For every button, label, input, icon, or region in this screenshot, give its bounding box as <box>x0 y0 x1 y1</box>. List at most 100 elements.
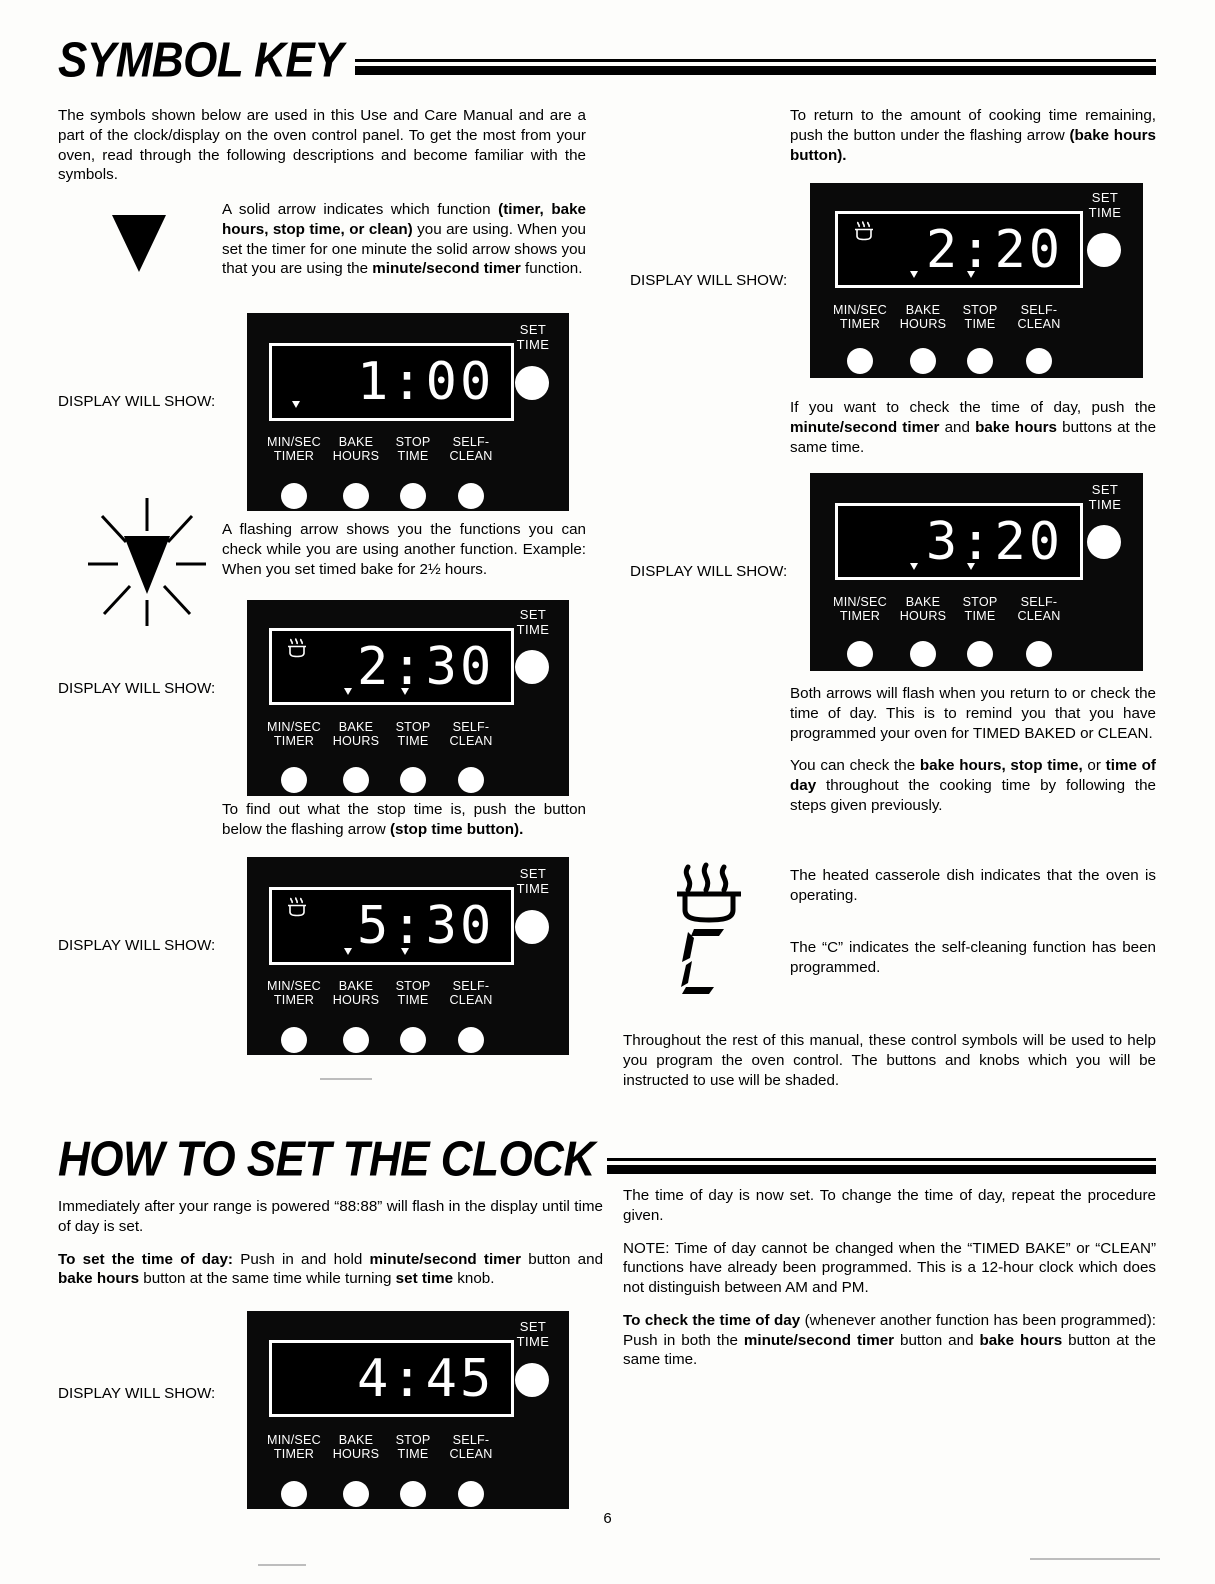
fn-label-minsec-timer: MIN/SEC TIMER <box>267 979 321 1008</box>
ctd-text-1: If you want to check the time of day, pu… <box>790 399 1156 416</box>
bake-hours-button-1[interactable] <box>343 483 369 509</box>
page-number: 6 <box>603 1510 612 1527</box>
sc-p2-c: button at the same time while turning <box>139 1270 396 1288</box>
function-labels-4: MIN/SEC TIMER BAKE HOURS STOP TIME SELF-… <box>826 303 1070 331</box>
fn-label-minsec-timer: MIN/SEC TIMER <box>267 1433 321 1462</box>
arrow-marker-bake-hours-2 <box>344 688 352 695</box>
self-clean-button-6[interactable] <box>458 1481 484 1507</box>
oven-control-panel-2[interactable]: 2:30 SET TIME MIN/SEC TIMER BAKE HOURS S… <box>247 600 569 796</box>
oven-control-panel-6[interactable]: 4:45 SET TIME MIN/SEC TIMER BAKE HOURS S… <box>247 1311 569 1509</box>
bake-hours-button-4[interactable] <box>910 348 936 374</box>
ctd-bold-1: minute/second timer <box>790 418 940 436</box>
button-row-4 <box>826 348 1070 374</box>
sc-p1: Immediately after your range is powered … <box>58 1198 603 1235</box>
check-time-of-day-description: If you want to check the time of day, pu… <box>790 398 1156 457</box>
display-value-2: 2:30 <box>357 636 495 697</box>
minsec-timer-button-3[interactable] <box>281 1027 307 1053</box>
display-will-show-label-1: DISPLAY WILL SHOW: <box>58 393 216 410</box>
segment-c-svg <box>681 929 724 994</box>
minsec-timer-button-1[interactable] <box>281 483 307 509</box>
sc-r3-bold-2: minute/second timer <box>743 1331 895 1349</box>
stop-time-button-1[interactable] <box>400 483 426 509</box>
ctd-bold-2: bake hours <box>975 418 1058 436</box>
set-time-knob-6[interactable] <box>515 1363 549 1397</box>
stop-time-button-2[interactable] <box>400 767 426 793</box>
oven-control-panel-5[interactable]: 3:20 SET TIME MIN/SEC TIMER BAKE HOURS S… <box>810 473 1143 671</box>
sc-p2-d: knob. <box>453 1270 495 1288</box>
display-value-3: 5:30 <box>357 896 495 956</box>
solid-arrow-icon <box>112 215 166 272</box>
stop-time-button-3[interactable] <box>400 1027 426 1053</box>
set-time-label-4: SET TIME <box>1088 190 1122 220</box>
oven-control-panel-3[interactable]: 5:30 SET TIME MIN/SEC TIMER BAKE HOURS S… <box>247 857 569 1055</box>
stop-time-button-4[interactable] <box>967 348 993 374</box>
self-clean-button-3[interactable] <box>458 1027 484 1053</box>
sc-p2-bold: To set the time of day: <box>58 1250 233 1268</box>
display-value-5: 3:20 <box>925 511 1064 572</box>
sa-text-3: function. <box>520 260 583 278</box>
led-display-5: 3:20 <box>835 503 1083 580</box>
set-time-knob-3[interactable] <box>515 910 549 944</box>
sa-bold-2: minute/second timer <box>372 260 521 278</box>
self-clean-button-4[interactable] <box>1026 348 1052 374</box>
self-clean-button-2[interactable] <box>458 767 484 793</box>
fa-text: A flashing arrow shows you the functions… <box>222 521 586 578</box>
heading-rule-2 <box>606 1158 1156 1174</box>
c-symbol-description: The “C” indicates the self-cleaning func… <box>790 938 1156 978</box>
arrow-marker-bake-hours-3 <box>344 948 352 955</box>
section-title-2: HOW TO SET THE CLOCK <box>58 1132 595 1187</box>
sc-p2-a: Push in and hold <box>232 1250 370 1268</box>
stop-time-button-6[interactable] <box>400 1481 426 1507</box>
arrow-marker-stop-time-3 <box>401 948 409 955</box>
function-labels-5: MIN/SEC TIMER BAKE HOURS STOP TIME SELF-… <box>826 595 1070 623</box>
oven-control-panel-1[interactable]: 1:00 SET TIME MIN/SEC TIMER BAKE HOURS S… <box>247 313 569 511</box>
ycc-text-1: You can check the <box>790 757 920 775</box>
display-value-1: 1:00 <box>357 352 495 412</box>
ba-text: Both arrows will flash when you return t… <box>790 685 1156 742</box>
arrow-marker-stop-time-2 <box>401 688 409 695</box>
bake-hours-button-3[interactable] <box>343 1027 369 1053</box>
flashing-arrow-svg <box>88 498 206 626</box>
fn-label-stop-time: STOP TIME <box>395 720 431 749</box>
set-time-knob-4[interactable] <box>1087 233 1121 267</box>
sc-p2-b: button and <box>521 1250 604 1268</box>
set-time-knob-2[interactable] <box>515 650 549 684</box>
fn-label-self-clean: SELF- CLEAN <box>449 979 493 1008</box>
set-time-label-1: SET TIME <box>516 322 550 352</box>
sc-r3-bold: To check the time of day <box>623 1311 801 1329</box>
fn-label-minsec-timer: MIN/SEC TIMER <box>833 595 887 624</box>
bake-hours-button-5[interactable] <box>910 641 936 667</box>
self-clean-button-5[interactable] <box>1026 641 1052 667</box>
set-time-knob-5[interactable] <box>1087 525 1121 559</box>
heading-rule <box>355 59 1156 75</box>
fn-label-stop-time: STOP TIME <box>395 1433 431 1462</box>
fn-label-self-clean: SELF- CLEAN <box>449 720 493 749</box>
fn-label-stop-time: STOP TIME <box>962 595 998 624</box>
minsec-timer-button-2[interactable] <box>281 767 307 793</box>
button-row-6 <box>261 1481 501 1507</box>
bake-hours-button-2[interactable] <box>343 767 369 793</box>
button-row-1 <box>261 483 501 509</box>
flashing-arrow-icon <box>88 498 206 626</box>
thr-text: Throughout the rest of this manual, thes… <box>623 1032 1156 1089</box>
minsec-timer-button-6[interactable] <box>281 1481 307 1507</box>
fn-label-bake-hours: BAKE HOURS <box>332 435 380 464</box>
minsec-timer-button-5[interactable] <box>847 641 873 667</box>
oven-control-panel-4[interactable]: 2:20 SET TIME MIN/SEC TIMER BAKE HOURS S… <box>810 183 1143 378</box>
fn-label-self-clean: SELF- CLEAN <box>1017 303 1061 332</box>
minsec-timer-button-4[interactable] <box>847 348 873 374</box>
ycc-text-3: throughout the cooking time by following… <box>790 777 1156 814</box>
casserole-icon-3 <box>288 897 307 917</box>
scan-artifact-3 <box>1030 1558 1160 1560</box>
self-clean-button-1[interactable] <box>458 483 484 509</box>
led-display-6: 4:45 <box>269 1340 514 1417</box>
section-heading-set-clock: HOW TO SET THE CLOCK <box>58 1132 1156 1189</box>
set-time-knob-1[interactable] <box>515 366 549 400</box>
stop-time-button-5[interactable] <box>967 641 993 667</box>
sc-r1: The time of day is now set. To change th… <box>623 1187 1156 1224</box>
led-display-4: 2:20 <box>835 211 1083 288</box>
fn-label-bake-hours: BAKE HOURS <box>899 303 947 332</box>
bake-hours-button-6[interactable] <box>343 1481 369 1507</box>
fn-label-minsec-timer: MIN/SEC TIMER <box>267 435 321 464</box>
display-value-6: 4:45 <box>357 1348 495 1409</box>
